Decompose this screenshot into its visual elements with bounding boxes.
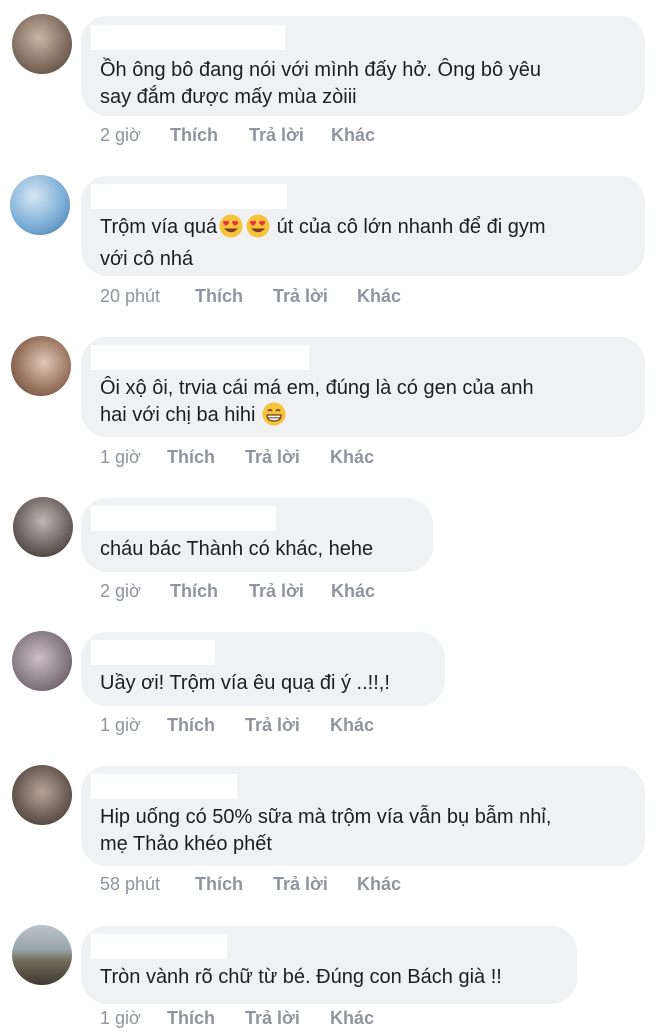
commenter-name[interactable]	[91, 345, 309, 370]
like-button[interactable]: Thích	[167, 1006, 215, 1030]
reply-button[interactable]: Trả lời	[249, 579, 304, 603]
more-button[interactable]: Khác	[357, 284, 401, 308]
reply-button[interactable]: Trả lời	[249, 123, 304, 147]
like-button[interactable]: Thích	[195, 872, 243, 896]
timestamp[interactable]: 2 giờ	[100, 123, 141, 147]
commenter-name[interactable]	[91, 25, 285, 50]
like-button[interactable]: Thích	[170, 579, 218, 603]
timestamp[interactable]: 1 giờ	[100, 445, 141, 469]
avatar[interactable]	[12, 765, 72, 825]
comment-text: cháu bác Thành có khác, hehe	[100, 538, 374, 560]
like-button[interactable]: Thích	[167, 713, 215, 737]
comment-actions: 2 giờ Thích Trả lời Khác	[100, 123, 500, 147]
more-button[interactable]: Khác	[330, 1006, 374, 1030]
timestamp[interactable]: 1 giờ	[100, 1006, 141, 1030]
avatar[interactable]	[10, 175, 70, 235]
like-button[interactable]: Thích	[167, 445, 215, 469]
avatar[interactable]	[12, 631, 72, 691]
avatar[interactable]	[11, 336, 71, 396]
commenter-name[interactable]	[91, 506, 276, 531]
timestamp[interactable]: 1 giờ	[100, 713, 141, 737]
comment-actions: 1 giờ Thích Trả lời Khác	[100, 445, 500, 469]
comment-actions: 20 phút Thích Trả lời Khác	[100, 284, 500, 308]
timestamp[interactable]: 58 phút	[100, 872, 160, 896]
like-button[interactable]: Thích	[195, 284, 243, 308]
heart-eyes-emoji	[245, 214, 271, 246]
commenter-name[interactable]	[91, 640, 215, 665]
comment-text: Tròn vành rõ chữ từ bé. Đúng con Bách gi…	[100, 966, 502, 988]
avatar[interactable]	[12, 925, 72, 985]
comment-actions: 1 giờ Thích Trả lời Khác	[100, 713, 500, 737]
more-button[interactable]: Khác	[357, 872, 401, 896]
comment-actions: 58 phút Thích Trả lời Khác	[100, 872, 500, 896]
avatar[interactable]	[12, 14, 72, 74]
commenter-name[interactable]	[91, 184, 287, 209]
reply-button[interactable]: Trả lời	[273, 872, 328, 896]
more-button[interactable]: Khác	[331, 579, 375, 603]
reply-button[interactable]: Trả lời	[245, 713, 300, 737]
comment-actions: 2 giờ Thích Trả lời Khác	[100, 579, 500, 603]
comment-text: Ồh ông bô đang nói với mình đấy hở. Ông …	[100, 59, 541, 108]
timestamp[interactable]: 20 phút	[100, 284, 160, 308]
more-button[interactable]: Khác	[330, 713, 374, 737]
comment-text: Hip uống có 50% sữa mà trộm vía vẫn bụ b…	[100, 806, 552, 855]
reply-button[interactable]: Trả lời	[245, 445, 300, 469]
grin-emoji	[262, 402, 286, 434]
reply-button[interactable]: Trả lời	[273, 284, 328, 308]
more-button[interactable]: Khác	[331, 123, 375, 147]
comment-actions: 1 giờ Thích Trả lời Khác	[100, 1006, 500, 1030]
comment-text: Trộm vía quá út của cô lớn nhanh để đi g…	[100, 214, 546, 270]
comment-text: Ôi xộ ôi, trvia cái má em, đúng là có ge…	[100, 375, 534, 434]
like-button[interactable]: Thích	[170, 123, 218, 147]
more-button[interactable]: Khác	[330, 445, 374, 469]
reply-button[interactable]: Trả lời	[245, 1006, 300, 1030]
timestamp[interactable]: 2 giờ	[100, 579, 141, 603]
commenter-name[interactable]	[91, 774, 237, 799]
comment-text: Uầy ơi! Trộm vía êu quạ đi ý ..!!,!	[100, 672, 390, 694]
heart-eyes-emoji	[218, 214, 244, 246]
commenter-name[interactable]	[91, 934, 227, 959]
avatar[interactable]	[13, 497, 73, 557]
